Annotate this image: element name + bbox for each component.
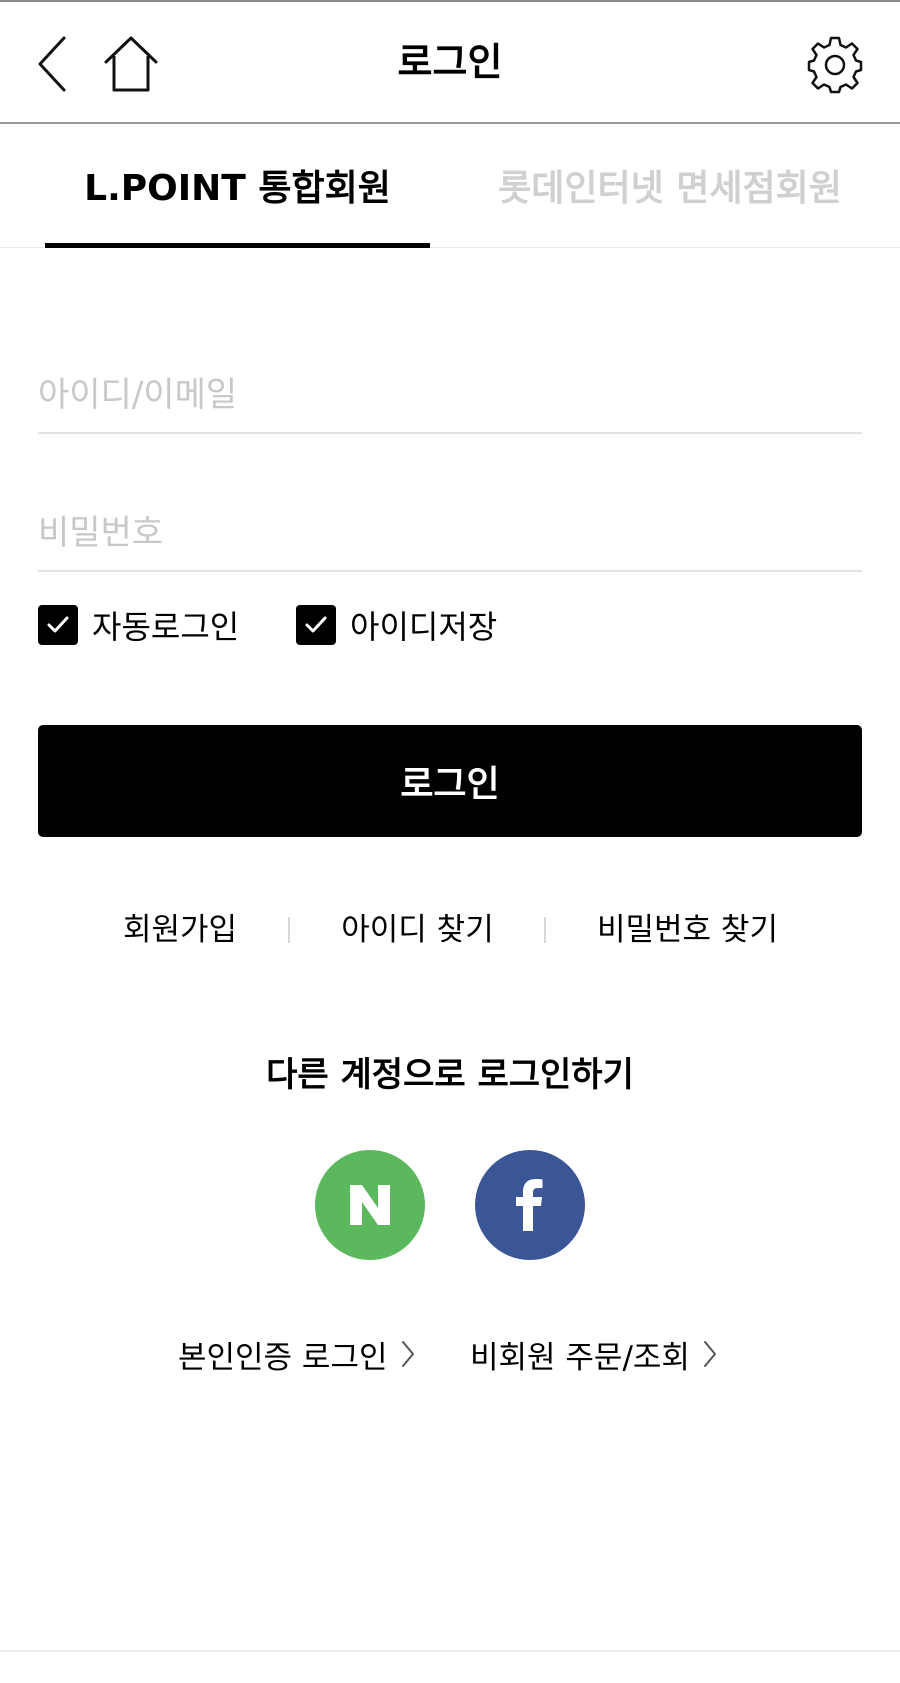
- identity-login-link[interactable]: 본인인증 로그인: [178, 1326, 416, 1382]
- facebook-login-button[interactable]: [475, 1150, 585, 1260]
- member-type-tabs: L.POINT 통합회원 롯데인터넷 면세점회원: [0, 124, 900, 248]
- naver-icon: [350, 1185, 390, 1225]
- guest-order-label: 비회원 주문/조회: [470, 1339, 690, 1376]
- back-button[interactable]: [22, 28, 82, 100]
- id-email-input[interactable]: [38, 358, 862, 434]
- home-icon: [104, 36, 158, 92]
- tab-lpoint-member[interactable]: L.POINT 통합회원: [45, 124, 430, 248]
- save-id-checkbox[interactable]: 아이디저장: [296, 602, 497, 648]
- app-header: 로그인: [0, 0, 900, 124]
- save-id-label: 아이디저장: [350, 608, 498, 646]
- join-link[interactable]: 회원가입: [110, 905, 250, 955]
- other-login-title: 다른 계정으로 로그인하기: [266, 1055, 634, 1095]
- checkbox-checked-icon: [296, 605, 336, 645]
- find-id-link[interactable]: 아이디 찾기: [330, 905, 505, 955]
- gear-icon: [807, 36, 863, 94]
- auto-login-label: 자동로그인: [92, 608, 240, 646]
- checkbox-checked-icon: [38, 605, 78, 645]
- settings-button[interactable]: [800, 28, 870, 100]
- naver-login-button[interactable]: [315, 1150, 425, 1260]
- tab-dutyfree-member[interactable]: 롯데인터넷 면세점회원: [470, 124, 870, 246]
- link-divider: [288, 917, 290, 943]
- chevron-right-icon: [400, 1339, 416, 1369]
- guest-order-link[interactable]: 비회원 주문/조회: [470, 1326, 718, 1382]
- facebook-icon: [516, 1179, 543, 1231]
- link-divider: [544, 917, 546, 943]
- page-title: 로그인: [397, 40, 503, 84]
- chevron-right-icon: [702, 1339, 718, 1369]
- chevron-left-icon: [38, 36, 66, 92]
- login-button[interactable]: 로그인: [38, 725, 862, 837]
- password-input[interactable]: [38, 496, 862, 572]
- home-button[interactable]: [96, 28, 166, 100]
- footer-divider: [0, 1650, 900, 1652]
- find-password-link[interactable]: 비밀번호 찾기: [585, 905, 790, 955]
- account-links: 회원가입 아이디 찾기 비밀번호 찾기: [0, 905, 900, 955]
- identity-login-label: 본인인증 로그인: [178, 1339, 388, 1376]
- auto-login-checkbox[interactable]: 자동로그인: [38, 602, 239, 648]
